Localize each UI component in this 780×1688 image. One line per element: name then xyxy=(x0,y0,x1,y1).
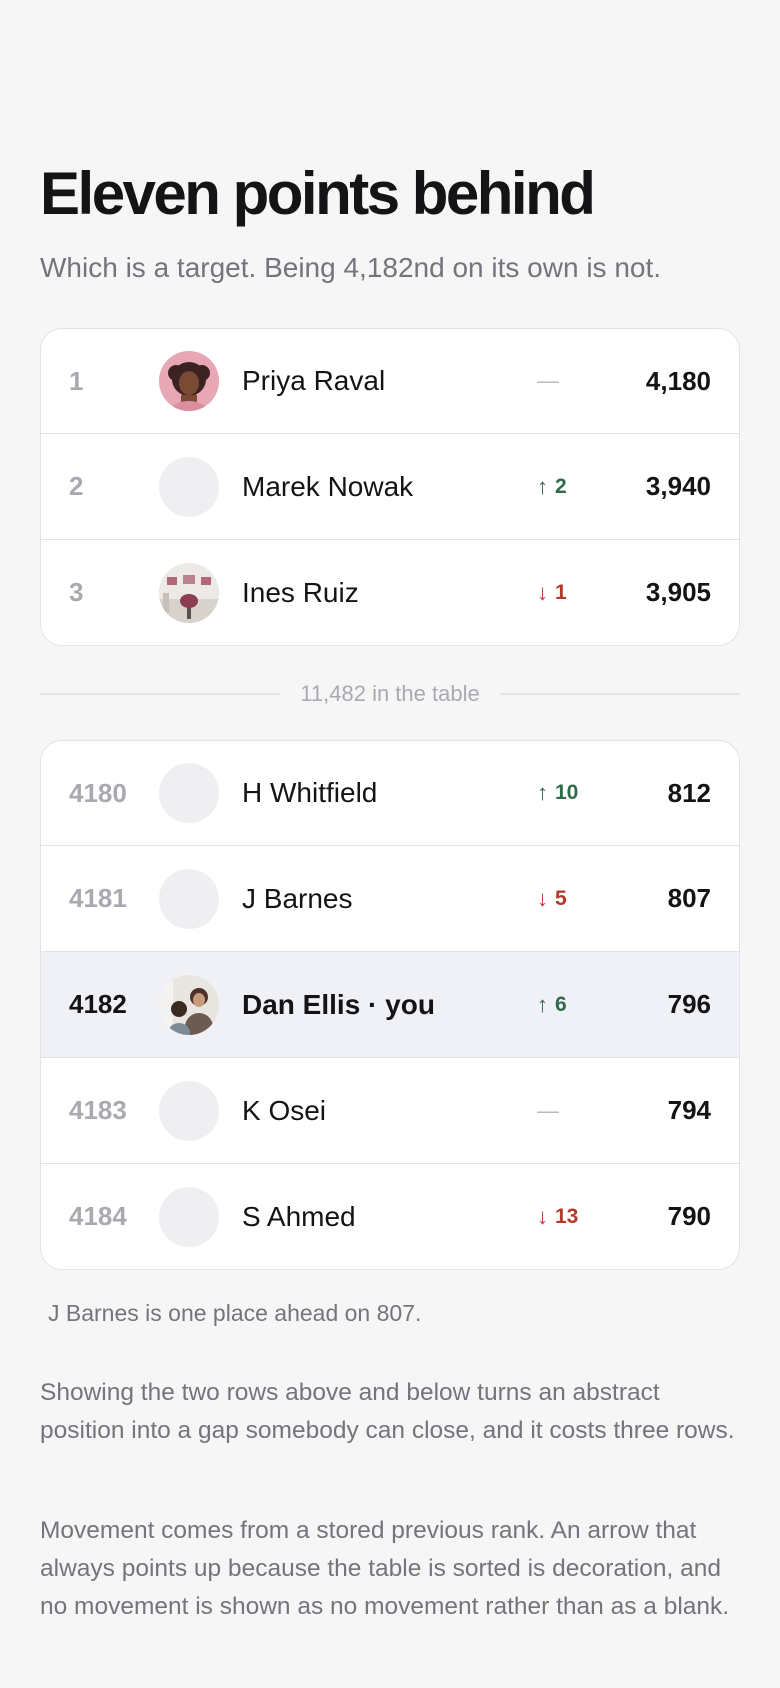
rank-number: 4183 xyxy=(69,1095,127,1125)
portrait-photo-icon xyxy=(159,351,219,411)
movement-indicator: ↑ 10 xyxy=(537,741,578,845)
player-name: H Whitfield xyxy=(242,777,378,808)
avatar xyxy=(159,562,219,623)
rank-number: 4182 xyxy=(69,989,127,1019)
rank-number: 4180 xyxy=(69,777,127,808)
arrow-up-icon: ↑ xyxy=(537,780,548,805)
movement-value: 2 xyxy=(555,474,567,498)
table-gap-divider: 11,482 in the table xyxy=(40,680,740,708)
player-name: Dan Ellis · you xyxy=(242,988,435,1020)
movement-indicator: ↓ 13 xyxy=(537,1164,578,1269)
player-score: 3,905 xyxy=(645,577,711,607)
leaderboard-row[interactable]: 2 Marek Nowak ↑ 2 3,940 xyxy=(41,433,739,539)
player-score: 812 xyxy=(667,777,711,808)
page-title: Eleven points behind xyxy=(40,160,596,227)
rank-number: 1 xyxy=(69,365,84,396)
no-movement-dash-icon: — xyxy=(537,1097,559,1123)
movement-value: 6 xyxy=(555,992,567,1016)
interior-photo-icon xyxy=(159,562,219,623)
rank-number: 2 xyxy=(69,471,84,501)
gap-note: J Barnes is one place ahead on 807. xyxy=(48,1300,422,1326)
movement-indicator: — xyxy=(537,329,566,433)
player-name: S Ahmed xyxy=(242,1200,356,1232)
movement-indicator: — xyxy=(537,1058,566,1163)
leaderboard-row[interactable]: 1 Priya Raval — 4,180 xyxy=(41,329,739,433)
avatar-placeholder xyxy=(159,1080,219,1141)
current-user-row[interactable]: 4182 Dan Ellis · you ↑ 6 796 xyxy=(41,951,739,1057)
rank-number: 4181 xyxy=(69,883,127,913)
around-you-card: 4180 H Whitfield ↑ 10 812 4181 J Barnes … xyxy=(40,740,740,1270)
leaderboard-row[interactable]: 4183 K Osei — 794 xyxy=(41,1057,739,1163)
movement-indicator: ↑ 6 xyxy=(537,952,567,1057)
movement-value: 5 xyxy=(555,886,567,910)
player-name: K Osei xyxy=(242,1094,327,1126)
movement-indicator: ↓ 5 xyxy=(537,846,567,951)
divider-line xyxy=(499,693,740,695)
movement-indicator: ↑ 2 xyxy=(537,434,567,539)
player-score: 807 xyxy=(667,883,711,913)
avatar xyxy=(159,974,219,1035)
avatar-placeholder xyxy=(159,763,219,823)
table-size-label: 11,482 in the table xyxy=(300,681,480,706)
movement-value: 13 xyxy=(555,1204,579,1228)
no-movement-dash-icon: — xyxy=(537,368,559,393)
explanation-paragraph: Showing the two rows above and below tur… xyxy=(40,1379,735,1444)
rank-number: 3 xyxy=(69,577,84,607)
avatar xyxy=(159,351,219,411)
arrow-up-icon: ↑ xyxy=(537,473,548,499)
leaderboard-row[interactable]: 4184 S Ahmed ↓ 13 790 xyxy=(41,1163,739,1269)
player-name: Priya Raval xyxy=(242,365,386,396)
divider-line xyxy=(40,693,281,695)
rank-number: 4184 xyxy=(69,1201,127,1231)
leaderboard-row[interactable]: 4181 J Barnes ↓ 5 807 xyxy=(41,845,739,951)
player-score: 790 xyxy=(667,1201,711,1231)
movement-value: 10 xyxy=(555,781,579,804)
page-subtitle: Which is a target. Being 4,182nd on its … xyxy=(40,252,662,283)
people-photo-icon xyxy=(159,974,219,1035)
player-name: Marek Nowak xyxy=(242,470,414,502)
player-name: J Barnes xyxy=(242,882,353,914)
arrow-down-icon: ↓ xyxy=(537,1203,548,1229)
avatar-placeholder xyxy=(159,1186,219,1247)
leaderboard-row[interactable]: 4180 H Whitfield ↑ 10 812 xyxy=(41,741,739,845)
arrow-up-icon: ↑ xyxy=(537,991,548,1017)
arrow-down-icon: ↓ xyxy=(537,579,548,605)
leaderboard-page: Eleven points behind Which is a target. … xyxy=(0,0,780,1688)
top-ranks-card: 1 Priya Raval — 4,180 2 Marek Nowak ↑ 2 … xyxy=(40,328,740,646)
player-score: 794 xyxy=(667,1095,711,1125)
player-score: 3,940 xyxy=(645,471,711,501)
arrow-down-icon: ↓ xyxy=(537,885,548,911)
player-score: 796 xyxy=(667,989,711,1019)
avatar-placeholder xyxy=(159,456,219,517)
leaderboard-row[interactable]: 3 Ines Ruiz ↓ 1 3,905 xyxy=(41,539,739,645)
explanation-paragraph: Movement comes from a stored previous ra… xyxy=(40,1517,730,1620)
movement-indicator: ↓ 1 xyxy=(537,540,567,645)
player-name: Ines Ruiz xyxy=(242,576,359,608)
avatar-placeholder xyxy=(159,868,219,929)
movement-value: 1 xyxy=(555,580,567,604)
player-score: 4,180 xyxy=(645,365,711,396)
